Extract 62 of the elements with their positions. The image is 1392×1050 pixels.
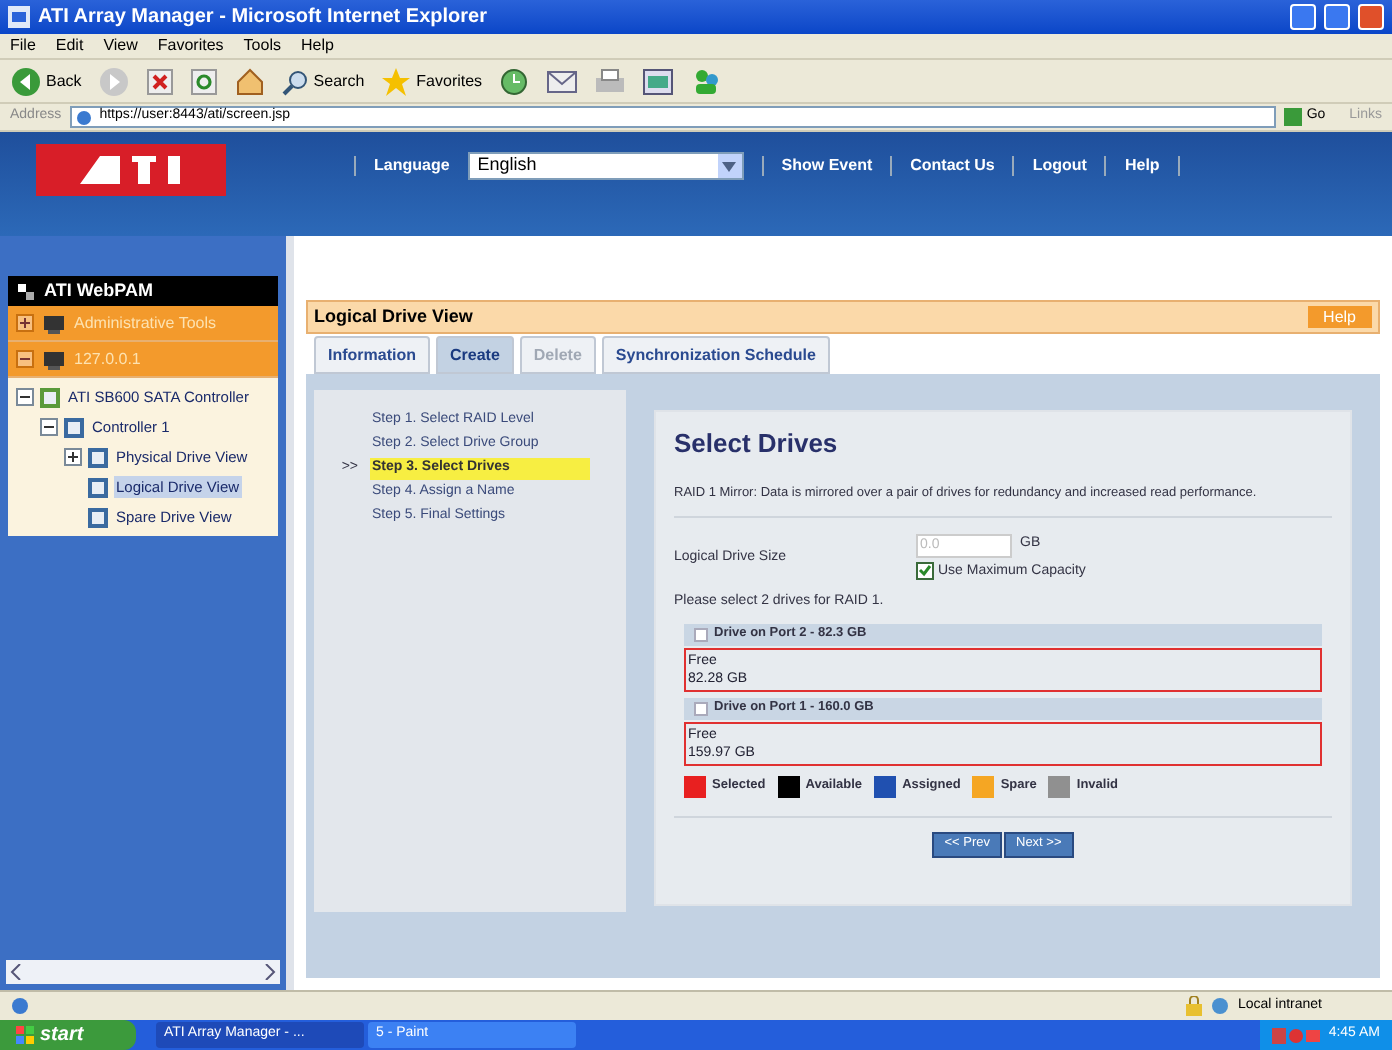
drive-checkbox[interactable] bbox=[694, 701, 708, 715]
checkbox[interactable] bbox=[916, 562, 934, 581]
stop-icon[interactable] bbox=[145, 67, 174, 95]
header-link[interactable]: Show Event bbox=[781, 154, 873, 178]
tab[interactable]: Information bbox=[314, 336, 430, 374]
menu-item[interactable]: Help bbox=[300, 34, 334, 58]
collapse-toggle-icon[interactable] bbox=[16, 350, 34, 368]
language-label: Language bbox=[374, 154, 450, 178]
header-link[interactable]: Contact Us bbox=[910, 154, 995, 178]
close-button[interactable] bbox=[1358, 4, 1384, 30]
expand-toggle-icon[interactable] bbox=[16, 314, 34, 332]
home-icon[interactable] bbox=[233, 65, 266, 97]
tab[interactable]: Synchronization Schedule bbox=[601, 336, 830, 374]
search-icon bbox=[281, 67, 310, 95]
mail-icon[interactable] bbox=[546, 67, 579, 95]
drive-view-icon bbox=[86, 475, 110, 499]
drive-view-icon bbox=[62, 415, 86, 439]
toolbar-button[interactable]: Search bbox=[281, 67, 365, 95]
collapse-toggle-icon[interactable] bbox=[16, 388, 34, 406]
menu-item[interactable]: File bbox=[10, 34, 36, 58]
computer-icon bbox=[42, 311, 66, 335]
menu-item[interactable]: Tools bbox=[243, 34, 281, 58]
menu-item[interactable]: View bbox=[103, 34, 138, 58]
tab[interactable]: Create bbox=[436, 336, 514, 374]
panel-title: Logical Drive View bbox=[314, 303, 473, 330]
toolbar-button[interactable]: Favorites bbox=[380, 65, 483, 97]
dropdown-caret-icon bbox=[722, 161, 737, 171]
app-icon bbox=[8, 6, 30, 28]
menu-item[interactable]: Favorites bbox=[157, 34, 224, 58]
maximize-button[interactable] bbox=[1324, 4, 1350, 30]
language-select[interactable]: English bbox=[467, 152, 744, 180]
tree-root-label: ATI WebPAM bbox=[44, 277, 153, 304]
windows-logo-icon bbox=[16, 1026, 34, 1044]
header-link[interactable]: Help bbox=[1124, 154, 1160, 178]
expand-toggle-icon[interactable] bbox=[64, 448, 82, 466]
star-icon bbox=[380, 65, 413, 97]
drive-checkbox[interactable] bbox=[694, 627, 708, 641]
minimize-button[interactable] bbox=[1290, 4, 1316, 30]
controller-icon bbox=[38, 385, 62, 409]
refresh-icon[interactable] bbox=[189, 67, 218, 95]
menu-item[interactable]: Edit bbox=[55, 34, 84, 58]
scroll-left-icon[interactable] bbox=[10, 964, 22, 980]
page-icon bbox=[75, 109, 92, 125]
collapse-toggle-icon[interactable] bbox=[40, 418, 58, 436]
padlock-icon bbox=[1185, 996, 1202, 1016]
start-button[interactable]: start bbox=[0, 1020, 136, 1050]
printer-icon[interactable] bbox=[594, 67, 627, 95]
edit-icon[interactable] bbox=[642, 67, 675, 95]
computer-icon bbox=[42, 347, 66, 371]
people-icon[interactable] bbox=[690, 65, 723, 97]
toolbar-button[interactable]: Back bbox=[10, 65, 82, 97]
scroll-right-icon[interactable] bbox=[264, 964, 276, 980]
globe-icon bbox=[1209, 996, 1230, 1016]
drive-view-icon bbox=[86, 505, 110, 529]
card-title: Select Drives bbox=[674, 426, 840, 462]
page-icon bbox=[10, 996, 30, 1016]
drive-view-icon bbox=[86, 445, 110, 469]
network-icon bbox=[16, 281, 36, 301]
header-link[interactable]: Logout bbox=[1032, 154, 1087, 178]
history-icon[interactable] bbox=[498, 65, 531, 97]
window-title: ATI Array Manager - Microsoft Internet Explorer bbox=[38, 4, 489, 32]
tray-icons-drawing bbox=[1272, 1027, 1321, 1043]
